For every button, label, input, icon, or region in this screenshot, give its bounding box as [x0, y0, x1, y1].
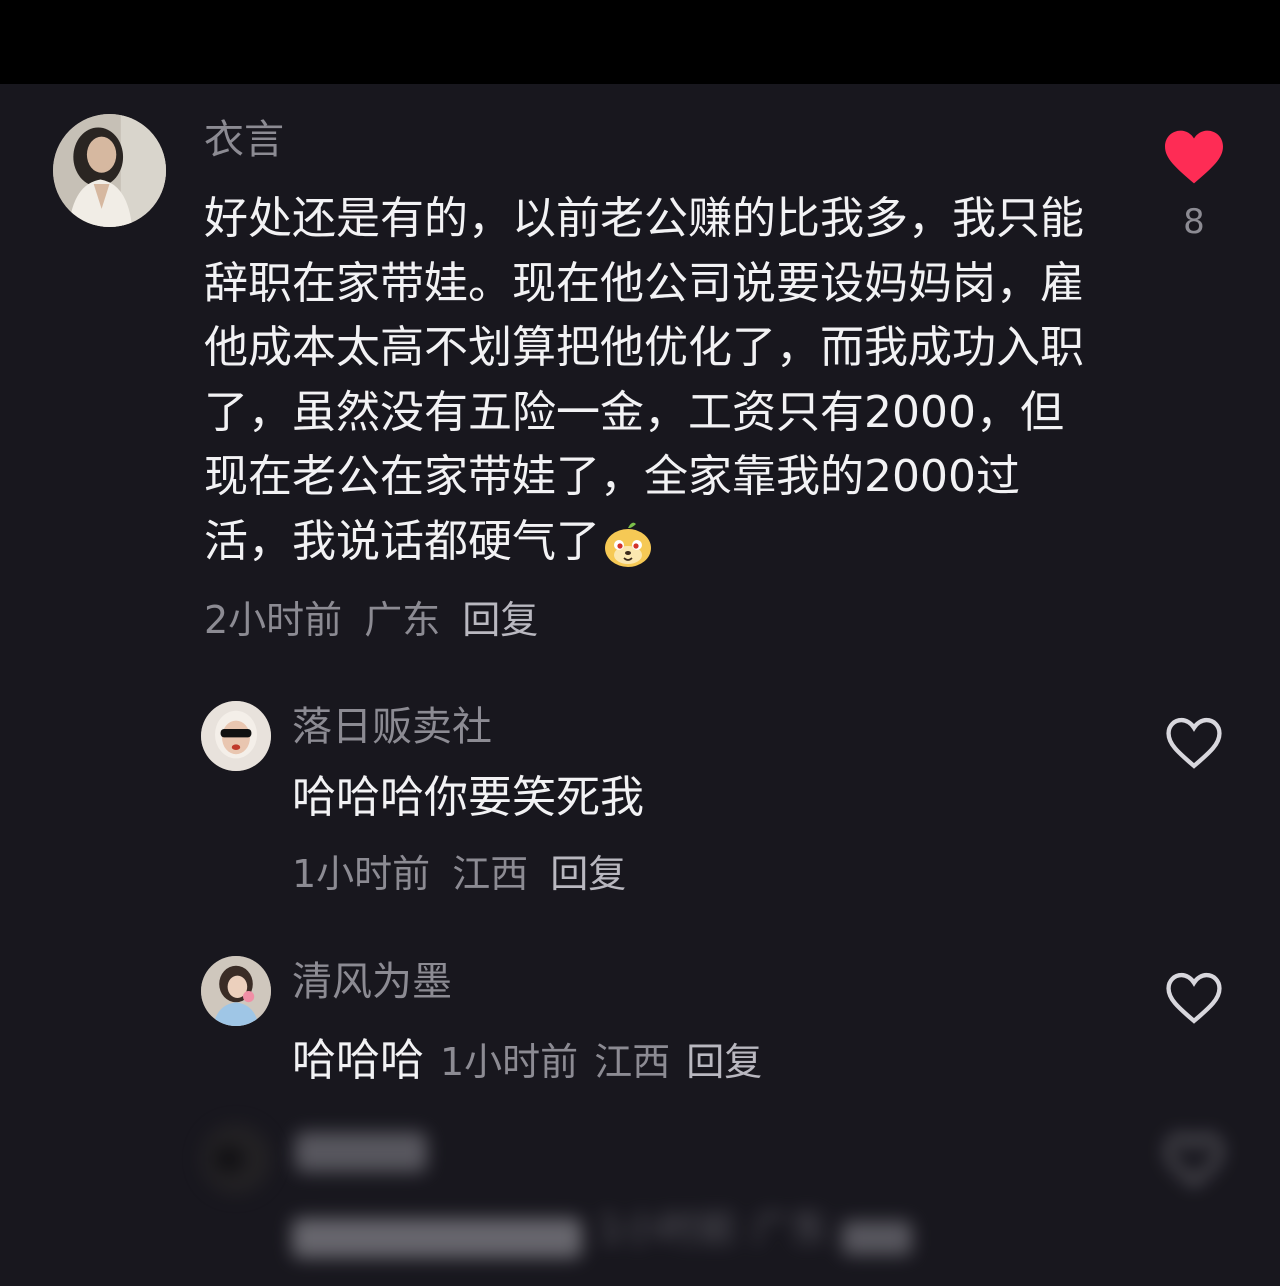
username[interactable]: 清风为墨: [292, 958, 452, 1006]
avatar[interactable]: [201, 1124, 271, 1194]
like-button[interactable]: [1158, 1132, 1230, 1188]
reply-time: 1小时前: [598, 1207, 737, 1251]
heart-filled-icon: [1165, 130, 1223, 184]
avatar-dark-image: [201, 1124, 271, 1194]
comment-body: 好处还是有的，以前老公赚的比我多，我只能辞职在家带娃。现在他公司说要设妈妈岗，雇…: [204, 193, 1084, 567]
reply-button[interactable]: 回复: [462, 598, 538, 642]
cheeky-dog-emoji-icon: [602, 518, 654, 570]
avatar[interactable]: [201, 701, 271, 771]
reply-text-placeholder: [292, 1217, 582, 1258]
username[interactable]: 衣言: [204, 116, 284, 164]
comment-meta: 2小时前 广东 回复: [204, 597, 560, 643]
reply-button[interactable]: 回复: [550, 852, 626, 896]
reply-row: 1小时前 广东: [292, 1198, 913, 1258]
reply-row: 哈哈哈 1小时前 江西 回复: [292, 1024, 762, 1088]
heart-outline-icon: [1166, 1134, 1222, 1186]
reply-time: 1小时前: [292, 852, 431, 896]
like-button[interactable]: 8: [1158, 128, 1230, 242]
top-black-bar: [0, 0, 1280, 84]
reply-button[interactable]: 回复: [686, 1040, 762, 1084]
like-count: 8: [1183, 202, 1205, 242]
like-button[interactable]: [1158, 970, 1230, 1026]
comment-text: 好处还是有的，以前老公赚的比我多，我只能辞职在家带娃。现在他公司说要设妈妈岗，雇…: [204, 187, 1104, 574]
like-button[interactable]: [1158, 715, 1230, 771]
avatar-girl-image: [201, 956, 271, 1026]
heart-outline-icon: [1166, 717, 1222, 769]
reply-location: 江西: [594, 1040, 671, 1084]
username-placeholder: [295, 1132, 427, 1172]
reply-location: 江西: [452, 852, 529, 896]
avatar[interactable]: [53, 114, 166, 227]
comment-time: 2小时前: [204, 598, 343, 642]
avatar[interactable]: [201, 956, 271, 1026]
heart-outline-icon: [1166, 972, 1222, 1024]
reply-location: 广东: [752, 1207, 829, 1251]
reply-time: 1小时前: [440, 1040, 579, 1084]
reply-text: 哈哈哈你要笑死我: [292, 772, 644, 823]
comment-location: 广东: [364, 598, 441, 642]
reply-meta: 1小时前 江西 回复: [292, 851, 648, 897]
avatar-sunglasses-image: [201, 701, 271, 771]
username[interactable]: 落日贩卖社: [292, 703, 492, 751]
avatar-woman-image: [53, 114, 166, 227]
reply-button-placeholder[interactable]: [842, 1220, 913, 1255]
reply-text: 哈哈哈: [292, 1035, 424, 1086]
